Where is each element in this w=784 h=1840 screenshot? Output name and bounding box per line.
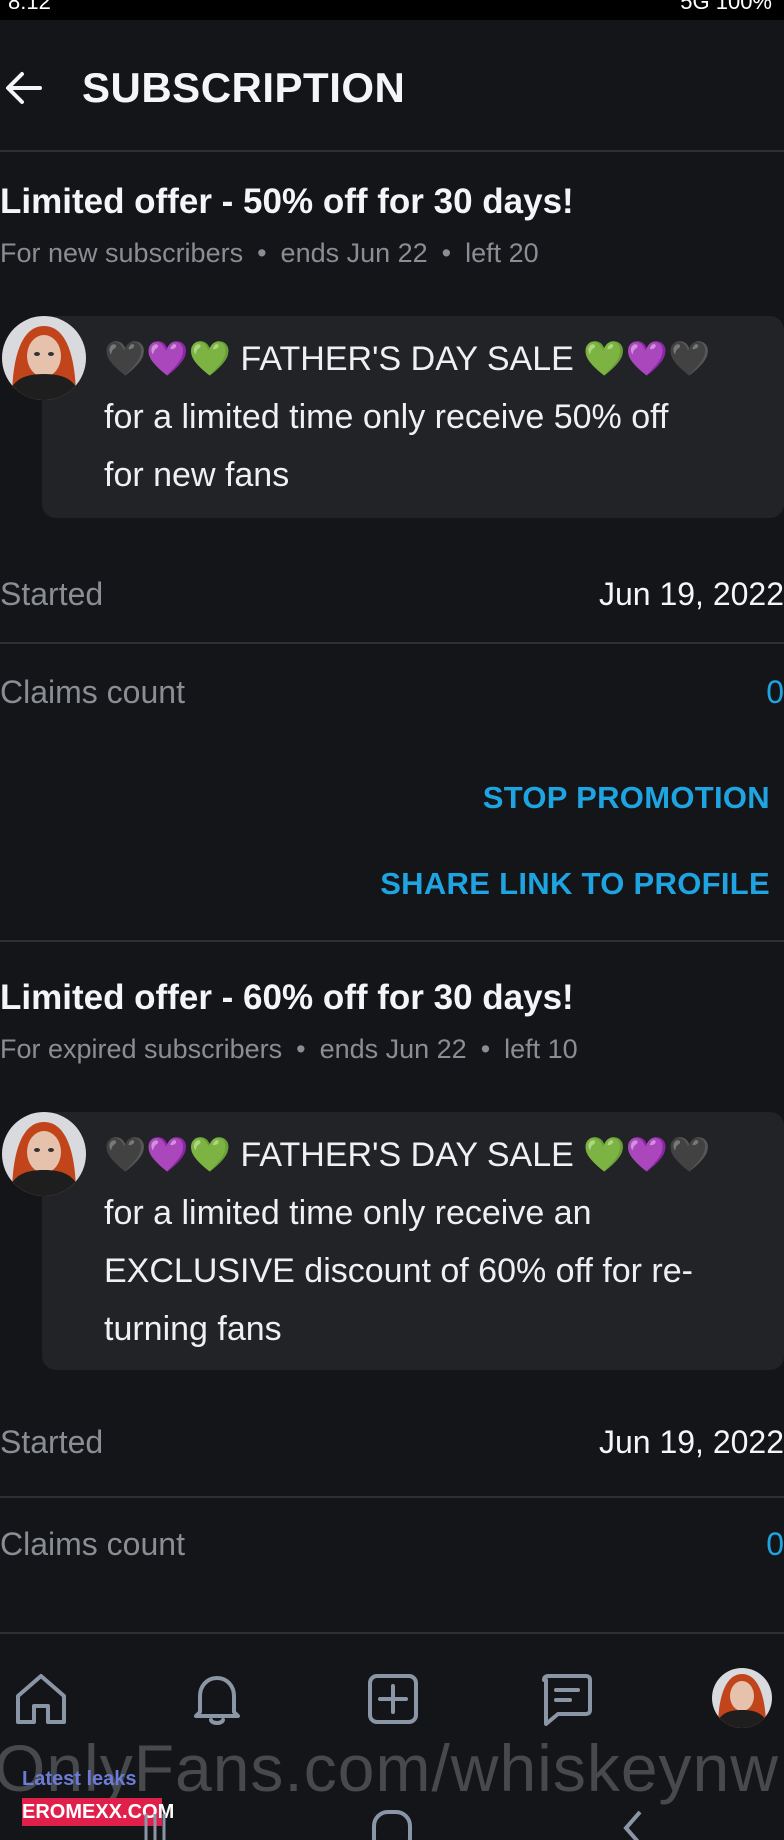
promotion-left: left 10 [504, 1034, 578, 1064]
add-post-icon [368, 1674, 418, 1724]
started-label: Started [0, 1424, 104, 1460]
divider [0, 642, 784, 644]
nav-add-post[interactable] [358, 1664, 428, 1734]
stop-promotion-button[interactable]: STOP PROMOTION [483, 780, 770, 816]
avatar-image [2, 1112, 86, 1196]
message-line: 🖤💜💚 FATHER'S DAY SALE 💚💜🖤 [104, 340, 711, 378]
avatar[interactable] [2, 316, 86, 400]
divider [0, 1496, 784, 1498]
separator-dot: • [296, 1034, 306, 1064]
message-line: for new fans [104, 456, 290, 494]
separator-dot: • [480, 1034, 491, 1064]
nav-notifications[interactable] [182, 1664, 252, 1734]
arrow-left-icon [6, 72, 42, 104]
message-line: for a limited time only receive an [104, 1194, 592, 1232]
claims-label: Claims count [0, 1526, 185, 1562]
promotion-ends: ends Jun 22 [319, 1034, 467, 1064]
started-row: Started Jun 19, 2022 [0, 576, 784, 636]
promotion-meta: For new subscribers • ends Jun 22 • left 20 [0, 238, 539, 269]
started-label: Started [0, 576, 104, 612]
nav-home[interactable] [6, 1664, 76, 1734]
message-line: 🖤💜💚 FATHER'S DAY SALE 💚💜🖤 [104, 1136, 711, 1174]
claims-row: Claims count 0 [0, 1526, 784, 1586]
avatar-image [2, 316, 86, 400]
section-divider [0, 940, 784, 942]
claims-row: Claims count 0 [0, 674, 784, 734]
home-button-icon[interactable] [370, 1808, 414, 1840]
status-indicators: 5G 100% [680, 0, 772, 14]
separator-dot: • [257, 238, 267, 268]
recent-apps-icon[interactable] [140, 1808, 170, 1840]
home-icon [16, 1674, 66, 1724]
promotion-message-text: 🖤💜💚 FATHER'S DAY SALE 💚💜🖤 for a limited … [104, 1126, 764, 1358]
status-time: 8:12 [8, 0, 51, 14]
message-line: turning fans [104, 1310, 282, 1348]
promotion-title: Limited offer - 50% off for 30 days! [0, 182, 574, 221]
bell-icon [194, 1676, 240, 1725]
back-nav-icon[interactable] [618, 1808, 648, 1840]
nav-profile-avatar[interactable] [712, 1668, 772, 1728]
back-button[interactable] [0, 64, 56, 120]
nav-messages[interactable] [532, 1664, 602, 1734]
started-value: Jun 19, 2022 [598, 576, 784, 612]
promotion-ends: ends Jun 22 [280, 238, 428, 268]
system-nav-bar [0, 1808, 784, 1840]
promotion-meta: For expired subscribers • ends Jun 22 • left… [0, 1034, 578, 1065]
claims-value[interactable]: 0 [766, 1526, 784, 1563]
avatar[interactable] [2, 1112, 86, 1196]
avatar-image [712, 1668, 772, 1728]
message-line: EXCLUSIVE discount of 60% off for re- [104, 1252, 693, 1290]
promotion-left: left 20 [465, 238, 539, 268]
watermark-latest-label: Latest leaks [22, 1768, 137, 1790]
started-value: Jun 19, 2022 [598, 1424, 784, 1460]
started-row: Started Jun 19, 2022 [0, 1424, 784, 1484]
status-bar: 8:12 5G 100% [0, 0, 784, 20]
header: SUBSCRIPTION [0, 20, 784, 152]
promotion-card: Limited offer - 60% off for 30 days! For… [0, 948, 784, 1628]
promotion-title: Limited offer - 60% off for 30 days! [0, 978, 574, 1017]
page-title: SUBSCRIPTION [82, 64, 406, 111]
separator-dot: • [441, 238, 452, 268]
share-link-button[interactable]: SHARE LINK TO PROFILE [380, 866, 770, 902]
claims-label: Claims count [0, 674, 185, 710]
promotion-audience: For new subscribers [0, 238, 244, 268]
promotion-card: Limited offer - 50% off for 30 days! For… [0, 152, 784, 942]
promotion-message-text: 🖤💜💚 FATHER'S DAY SALE 💚💜🖤 for a limited … [104, 330, 764, 504]
message-line: for a limited time only receive 50% off [104, 398, 669, 436]
messages-icon [542, 1674, 592, 1726]
claims-value[interactable]: 0 [766, 674, 784, 711]
promotion-audience: For expired subscribers [0, 1034, 283, 1064]
